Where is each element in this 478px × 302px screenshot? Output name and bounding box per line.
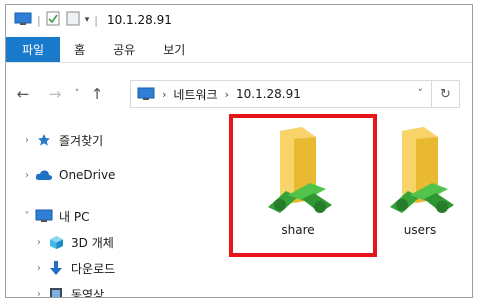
forward-arrow-icon[interactable]: →	[44, 85, 66, 103]
nav-item-label: 내 PC	[59, 209, 90, 224]
computer-icon[interactable]	[14, 12, 32, 29]
breadcrumb-network[interactable]: 네트워크	[173, 86, 217, 103]
address-bar[interactable]: › 네트워크 › 10.1.28.91 ˅	[130, 80, 432, 108]
expand-chevron-icon[interactable]: ›	[20, 135, 34, 146]
breadcrumb-chevron-icon[interactable]: ›	[225, 88, 229, 101]
address-dropdown-icon[interactable]: ˅	[418, 87, 424, 100]
title-separator: |	[94, 13, 98, 27]
item-label: users	[403, 223, 437, 237]
ribbon-tabs: 파일 홈 공유 보기	[6, 37, 472, 63]
expand-chevron-icon[interactable]: ›	[32, 237, 46, 248]
video-icon	[46, 287, 66, 297]
cloud-icon	[34, 169, 54, 181]
nav-item-3d-objects[interactable]: › 3D 개체	[32, 231, 114, 253]
nav-item-videos[interactable]: › 동영상	[32, 283, 105, 298]
dropdown-icon[interactable]: ▾	[85, 15, 90, 25]
nav-item-label: 3D 개체	[71, 235, 114, 250]
tab-file[interactable]: 파일	[6, 37, 61, 62]
star-icon	[34, 133, 54, 147]
up-arrow-icon[interactable]: ↑	[86, 85, 108, 103]
new-folder-icon[interactable]	[66, 11, 80, 29]
back-arrow-icon[interactable]: ←	[12, 85, 34, 103]
breadcrumb-host[interactable]: 10.1.28.91	[236, 87, 301, 101]
window-title: 10.1.28.91	[106, 13, 172, 27]
refresh-icon[interactable]: ↻	[432, 80, 460, 108]
shared-folder-icon	[390, 127, 454, 213]
nav-item-this-pc[interactable]: ˅ 내 PC	[20, 205, 89, 227]
nav-item-favorites[interactable]: › 즐겨찾기	[20, 129, 103, 151]
computer-icon	[137, 87, 155, 101]
nav-item-label: 동영상	[71, 287, 105, 298]
recent-locations-chevron-icon[interactable]: ˅	[70, 89, 84, 99]
nav-item-label: 다운로드	[71, 261, 116, 276]
nav-item-downloads[interactable]: › 다운로드	[32, 257, 115, 279]
users-folder-item[interactable]: users	[380, 125, 460, 237]
expand-chevron-icon[interactable]: ›	[32, 289, 46, 298]
navigation-pane: › 즐겨찾기 › OneDrive ˅ 내 PC › 3D 개체 › 다운로드 …	[6, 129, 216, 298]
highlight-box	[229, 114, 377, 257]
nav-item-onedrive[interactable]: › OneDrive	[20, 164, 115, 186]
collapse-chevron-icon[interactable]: ˅	[20, 211, 34, 222]
breadcrumb-chevron-icon[interactable]: ›	[162, 88, 166, 101]
title-separator: |	[37, 13, 41, 27]
tab-share[interactable]: 공유	[99, 37, 149, 62]
cube-icon	[46, 235, 66, 250]
tab-view[interactable]: 보기	[149, 37, 199, 62]
title-bar: | ▾ | 10.1.28.91	[6, 5, 472, 35]
computer-icon	[34, 209, 54, 223]
tab-home[interactable]: 홈	[60, 37, 99, 62]
properties-icon[interactable]	[46, 11, 60, 29]
download-icon	[46, 260, 66, 276]
nav-item-label: OneDrive	[59, 168, 116, 182]
expand-chevron-icon[interactable]: ›	[32, 263, 46, 274]
nav-item-label: 즐겨찾기	[59, 133, 104, 148]
expand-chevron-icon[interactable]: ›	[20, 170, 34, 181]
address-row: ← → ˅ ↑ › 네트워크 › 10.1.28.91 ˅ ↻	[6, 75, 472, 113]
